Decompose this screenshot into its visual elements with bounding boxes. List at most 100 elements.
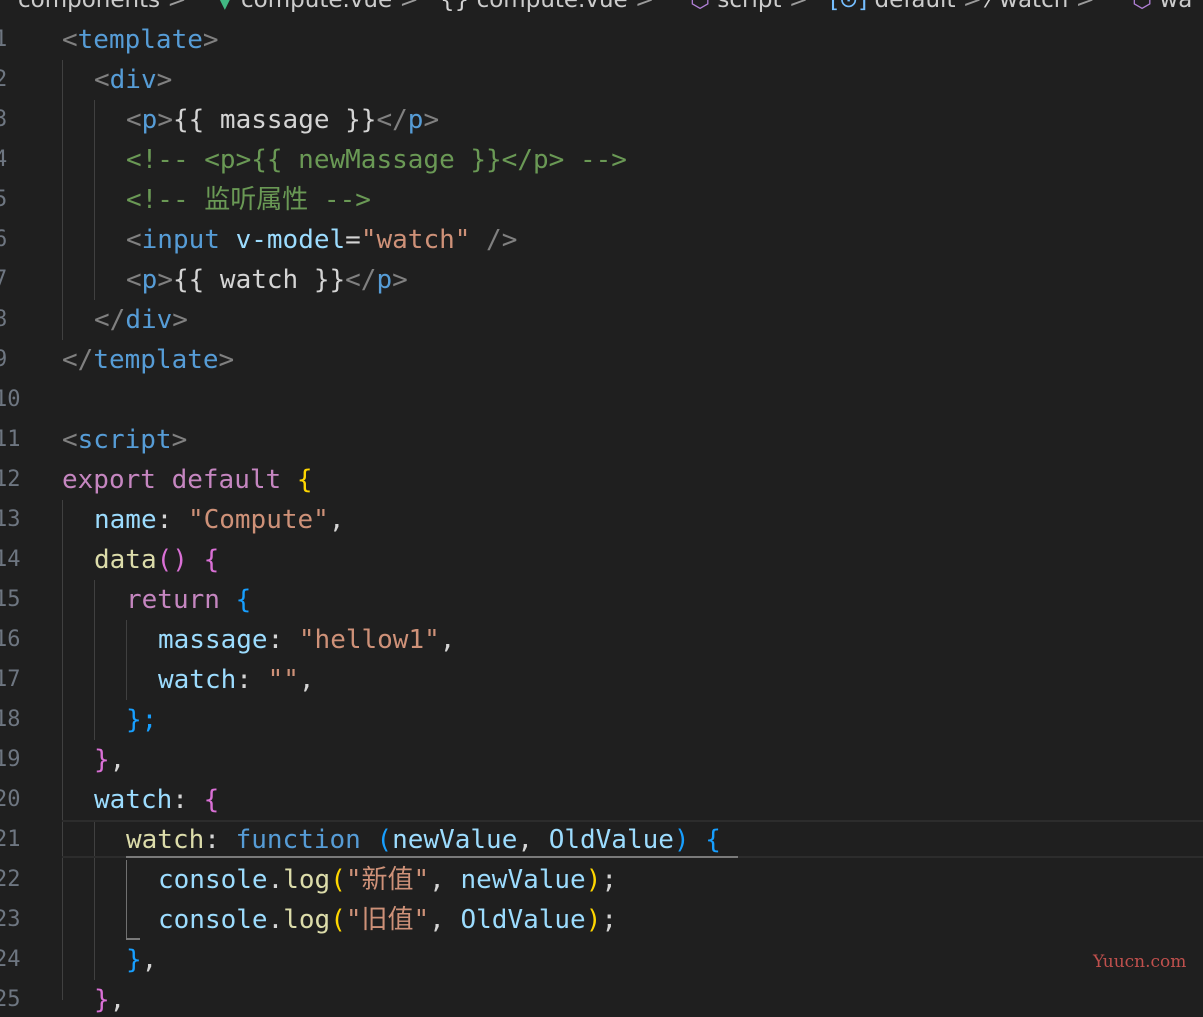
line-number: 12 bbox=[0, 467, 21, 492]
code-text: }, bbox=[94, 985, 126, 1015]
code-line[interactable]: 24 }, bbox=[0, 940, 1203, 980]
line-number: 24 bbox=[0, 947, 21, 972]
code-line[interactable]: 18 }; bbox=[0, 700, 1203, 740]
breadcrumb-label: compute.vue bbox=[476, 0, 628, 13]
code-text: <template> bbox=[62, 25, 219, 55]
watermark: Yuucn.com bbox=[1093, 952, 1187, 972]
line-number: 11 bbox=[0, 427, 21, 452]
code-text: <input v-model="watch" /> bbox=[126, 225, 518, 255]
code-line[interactable]: 20 watch: { bbox=[0, 780, 1203, 820]
line-number: 6 bbox=[0, 227, 8, 252]
code-line[interactable]: 6 <input v-model="watch" /> bbox=[0, 220, 1203, 260]
code-text: <script> bbox=[62, 425, 188, 455]
code-comment: <!-- 监听属性 --> bbox=[126, 185, 371, 215]
code-line[interactable]: 8 </div> bbox=[0, 300, 1203, 340]
code-line[interactable]: 15 return { bbox=[0, 580, 1203, 620]
code-text: console.log("新值", newValue); bbox=[158, 865, 618, 895]
breadcrumb-item-default[interactable]: [⊙] default > bbox=[830, 0, 982, 14]
code-text: massage: "hellow1", bbox=[158, 625, 456, 655]
line-number: 8 bbox=[0, 307, 8, 332]
code-text: watch: "", bbox=[158, 665, 315, 695]
code-line[interactable]: 9 </template> bbox=[0, 340, 1203, 380]
code-line[interactable]: 5 <!-- 监听属性 --> bbox=[0, 180, 1203, 220]
line-number: 2 bbox=[0, 67, 8, 92]
code-line[interactable]: 25 }, bbox=[0, 980, 1203, 1017]
line-number: 21 bbox=[0, 827, 21, 852]
code-line[interactable]: 22 console.log("新值", newValue); bbox=[0, 860, 1203, 900]
code-line[interactable]: 3 <p>{{ massage }}</p> bbox=[0, 100, 1203, 140]
code-line[interactable]: 13 name: "Compute", bbox=[0, 500, 1203, 540]
line-number: 5 bbox=[0, 187, 8, 212]
line-number: 14 bbox=[0, 547, 21, 572]
line-number: 17 bbox=[0, 667, 21, 692]
line-number: 10 bbox=[0, 387, 21, 412]
line-number: 13 bbox=[0, 507, 21, 532]
code-line[interactable]: 10 bbox=[0, 380, 1203, 420]
line-number: 18 bbox=[0, 707, 21, 732]
breadcrumb-label: components bbox=[18, 0, 161, 13]
breadcrumb-label: script bbox=[717, 0, 782, 13]
code-line[interactable]: 2 <div> bbox=[0, 60, 1203, 100]
code-text: watch: function (newValue, OldValue) { bbox=[126, 825, 721, 855]
breadcrumb-label: default bbox=[874, 0, 956, 13]
line-number: 3 bbox=[0, 107, 8, 132]
breadcrumb-label: watch bbox=[999, 0, 1069, 13]
code-text: <p>{{ massage }}</p> bbox=[126, 105, 440, 135]
code-line[interactable]: 11 <script> bbox=[0, 420, 1203, 460]
code-text: }; bbox=[126, 705, 158, 735]
code-text: </div> bbox=[94, 305, 188, 335]
code-text: export default { bbox=[62, 465, 313, 495]
line-number: 7 bbox=[0, 267, 8, 292]
code-text: console.log("旧值", OldValue); bbox=[158, 905, 618, 935]
code-text: watch: { bbox=[94, 785, 220, 815]
breadcrumb-separator: > bbox=[788, 0, 809, 13]
cube-icon: ⬡ bbox=[690, 0, 711, 13]
breadcrumb-separator: > bbox=[399, 0, 419, 13]
vue-logo-icon: ▼ bbox=[216, 0, 234, 13]
code-line[interactable]: 12 export default { bbox=[0, 460, 1203, 500]
code-comment: <!-- <p>{{ newMassage }}</p> --> bbox=[126, 145, 627, 175]
code-text: }, bbox=[126, 945, 158, 975]
code-line[interactable]: 23 console.log("旧值", OldValue); bbox=[0, 900, 1203, 940]
breadcrumb-label: wa bbox=[1159, 0, 1193, 13]
code-editor[interactable]: 1 <template> 2 <div> 3 <p>{{ massage }}<… bbox=[0, 20, 1203, 1017]
breadcrumb-item-components[interactable]: components > bbox=[18, 0, 187, 14]
code-text: data() { bbox=[94, 545, 220, 575]
line-number: 4 bbox=[0, 147, 8, 172]
code-text: return { bbox=[126, 585, 252, 615]
wrench-icon: ⁄ bbox=[988, 0, 992, 13]
breadcrumb-item-compute-vue[interactable]: ▼ compute.vue > bbox=[216, 0, 419, 14]
breadcrumb-item-wa[interactable]: ⬡ wa bbox=[1132, 0, 1192, 14]
breadcrumb-separator: > bbox=[635, 0, 655, 13]
code-line[interactable]: 7 <p>{{ watch }}</p> bbox=[0, 260, 1203, 300]
line-number: 15 bbox=[0, 587, 21, 612]
module-icon: [⊙] bbox=[830, 0, 868, 13]
breadcrumb-item-watch[interactable]: ⁄ watch > bbox=[988, 0, 1095, 14]
breadcrumb-label: compute.vue bbox=[241, 0, 393, 13]
breadcrumb-separator: > bbox=[962, 0, 983, 13]
braces-icon: {} bbox=[440, 0, 470, 13]
line-number: 9 bbox=[0, 347, 8, 372]
breadcrumb-separator: > bbox=[167, 0, 187, 13]
line-number: 23 bbox=[0, 907, 21, 932]
code-line[interactable]: 17 watch: "", bbox=[0, 660, 1203, 700]
line-number: 1 bbox=[0, 27, 8, 52]
code-text: <div> bbox=[94, 65, 173, 95]
breadcrumb: components > ▼ compute.vue > {} compute.… bbox=[0, 0, 1203, 14]
line-number: 19 bbox=[0, 747, 21, 772]
code-line[interactable]: 1 <template> bbox=[0, 20, 1203, 60]
code-text: }, bbox=[94, 745, 126, 775]
line-number: 20 bbox=[0, 787, 21, 812]
code-text: name: "Compute", bbox=[94, 505, 345, 535]
code-text: <p>{{ watch }}</p> bbox=[126, 265, 408, 295]
breadcrumb-item-script[interactable]: ⬡ script > bbox=[690, 0, 808, 14]
code-line-current[interactable]: 21 watch: function (newValue, OldValue) … bbox=[0, 820, 1203, 860]
code-line[interactable]: 14 data() { bbox=[0, 540, 1203, 580]
cube-icon: ⬡ bbox=[1132, 0, 1153, 13]
breadcrumb-item-compute-vue-braces[interactable]: {} compute.vue > bbox=[440, 0, 654, 14]
code-line[interactable]: 19 }, bbox=[0, 740, 1203, 780]
code-line[interactable]: 16 massage: "hellow1", bbox=[0, 620, 1203, 660]
code-line[interactable]: 4 <!-- <p>{{ newMassage }}</p> --> bbox=[0, 140, 1203, 180]
line-number: 25 bbox=[0, 987, 21, 1012]
line-number: 16 bbox=[0, 627, 21, 652]
